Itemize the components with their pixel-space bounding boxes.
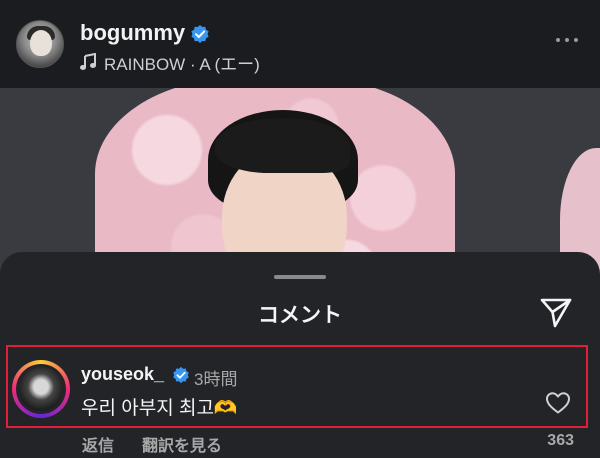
- post-header: bogummy RAINBOW · A (エー): [0, 0, 600, 88]
- comment-avatar[interactable]: [12, 360, 70, 418]
- like-count: 363: [547, 432, 574, 449]
- comment-time: 3時間: [194, 370, 238, 389]
- music-title: RAINBOW · A (エー): [104, 54, 260, 74]
- comment-text: 우리 아부지 최고🫶: [81, 398, 238, 419]
- sheet-grabber[interactable]: [274, 275, 326, 279]
- music-note-icon: [80, 53, 96, 70]
- verified-icon: [173, 366, 189, 384]
- post-username[interactable]: bogummy: [80, 20, 185, 46]
- music-row[interactable]: RAINBOW · A (エー): [80, 52, 260, 74]
- post-avatar[interactable]: [16, 20, 64, 68]
- translate-button[interactable]: 翻訳を見る: [142, 432, 222, 456]
- comment-actions: 返信 翻訳を見る: [82, 432, 222, 456]
- heart-icon[interactable]: [545, 391, 571, 415]
- share-icon[interactable]: [539, 295, 573, 329]
- reply-button[interactable]: 返信: [82, 432, 114, 456]
- verified-icon: [191, 25, 209, 43]
- person-hair-front: [215, 118, 350, 173]
- comments-sheet: コメント youseok_ 3時間 우리 아부지 최고🫶 返信 翻訳を見る 36…: [0, 252, 600, 458]
- more-icon[interactable]: [556, 38, 578, 42]
- comment-username[interactable]: youseok_: [81, 364, 164, 385]
- comment-item[interactable]: youseok_ 3時間 우리 아부지 최고🫶: [6, 345, 588, 428]
- sheet-title: コメント: [258, 304, 342, 327]
